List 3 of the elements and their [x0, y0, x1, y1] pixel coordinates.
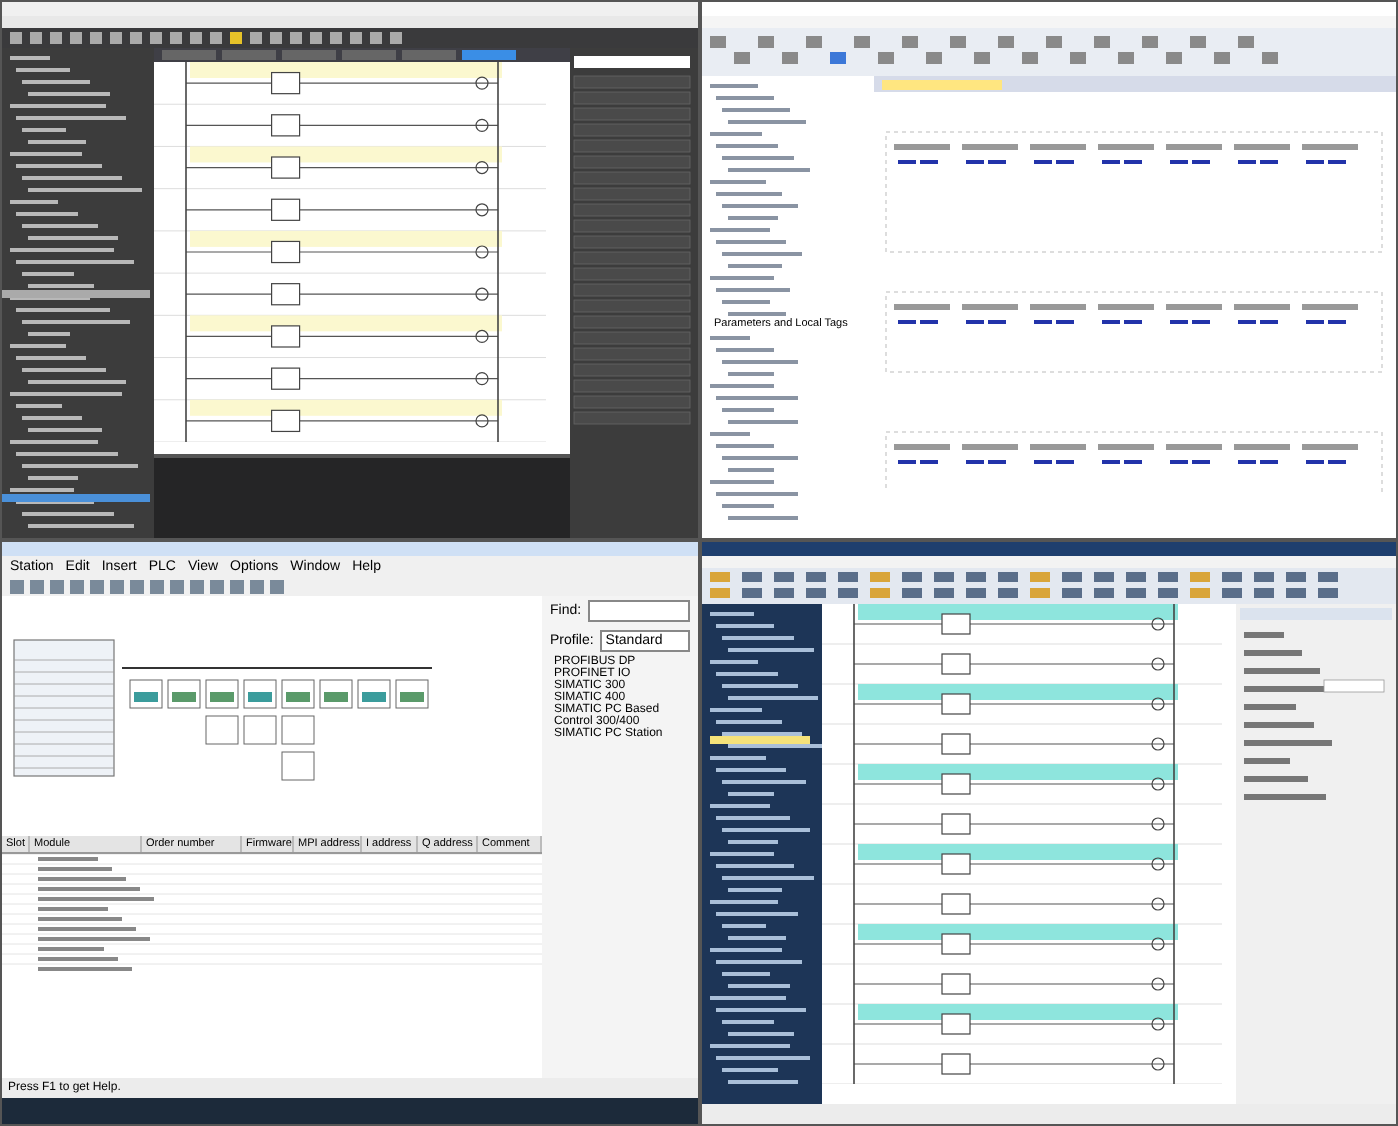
find-field[interactable]	[587, 600, 690, 622]
editor-tabs-drawing[interactable]	[162, 50, 522, 60]
toolbar-icons-drawing[interactable]	[10, 579, 290, 593]
